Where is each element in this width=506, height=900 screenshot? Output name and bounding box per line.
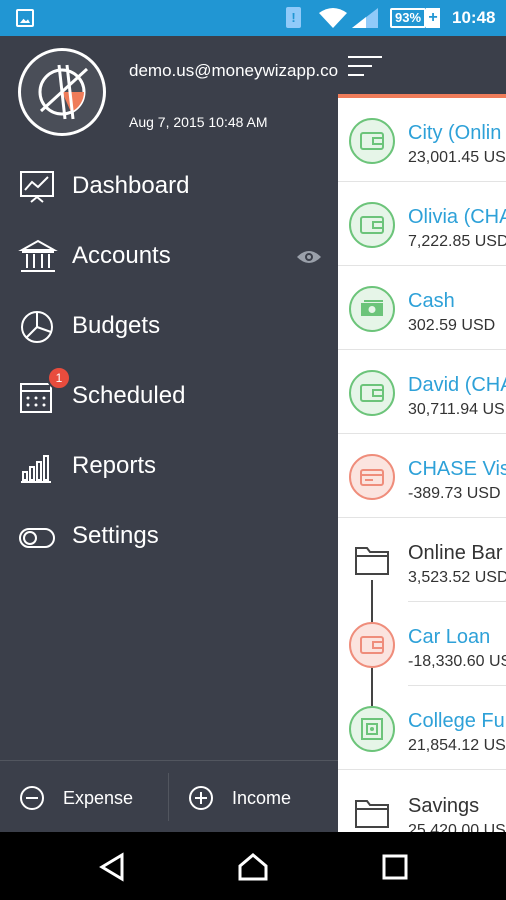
status-clock: 10:48 <box>452 8 496 27</box>
account-group-row[interactable]: Savings 25,420.00 USD <box>338 771 506 832</box>
wifi-icon <box>319 8 347 28</box>
menu-item-scheduled[interactable]: 1 Scheduled <box>0 366 338 428</box>
account-name: Cash <box>408 290 455 312</box>
account-name: College Fu <box>408 710 505 732</box>
account-row[interactable]: Olivia (CHA 7,222.85 USD <box>338 182 506 266</box>
content-header <box>338 36 506 94</box>
account-row[interactable]: City (Onlin 23,001.45 USD <box>338 98 506 182</box>
image-notification-icon <box>16 9 34 27</box>
account-group-balance: 3,523.52 USD <box>408 569 506 586</box>
menu-item-accounts[interactable]: Accounts <box>0 226 338 288</box>
menu-item-reports[interactable]: Reports <box>0 436 338 498</box>
safe-icon <box>349 706 395 752</box>
bar-chart-icon <box>21 455 51 483</box>
account-row[interactable]: Cash 302.59 USD <box>338 266 506 350</box>
eye-icon[interactable] <box>296 248 322 266</box>
income-label: Income <box>232 788 292 808</box>
menu-label: Budgets <box>72 312 161 339</box>
menu-icon[interactable] <box>348 56 382 78</box>
minus-circle-icon <box>20 786 44 810</box>
account-row[interactable]: David (CHA 30,711.94 US <box>338 350 506 434</box>
account-balance: 30,711.94 US <box>408 401 505 418</box>
menu-item-dashboard[interactable]: Dashboard <box>0 156 338 218</box>
account-name: Olivia (CHA <box>408 206 506 228</box>
wallet-icon <box>349 622 395 668</box>
menu-label: Accounts <box>72 242 171 269</box>
wallet-icon <box>349 370 395 416</box>
menu-label: Reports <box>72 452 157 479</box>
expense-label: Expense <box>63 788 134 808</box>
account-group-balance: 25,420.00 USD <box>408 822 506 832</box>
wallet-icon <box>349 118 395 164</box>
menu-item-budgets[interactable]: Budgets <box>0 296 338 358</box>
system-nav-bar <box>0 832 506 900</box>
account-name: Car Loan <box>408 626 491 648</box>
credit-card-icon <box>349 454 395 500</box>
account-balance: -18,330.60 US <box>408 653 506 670</box>
account-name: City (Onlin <box>408 122 502 144</box>
account-name: David (CHA <box>408 374 506 396</box>
account-group-name: Online Bar <box>408 542 503 564</box>
account-group-name: Savings <box>408 795 480 817</box>
navigation-drawer: demo.us@moneywizapp.com Aug 7, 2015 10:4… <box>0 36 353 832</box>
wallet-icon <box>349 202 395 248</box>
account-email: demo.us@moneywizapp.com <box>129 61 353 80</box>
bank-icon <box>18 239 58 272</box>
account-row[interactable]: College Fu 21,854.12 US <box>338 686 506 770</box>
account-balance: -389.73 USD <box>408 485 501 502</box>
scheduled-count-badge: 1 <box>47 366 71 390</box>
accounts-panel: City (Onlin 23,001.45 USD Olivia (CHA 7,… <box>338 36 506 832</box>
account-balance: 21,854.12 US <box>408 737 506 754</box>
dashboard-chart-icon <box>20 171 54 203</box>
account-row[interactable]: Car Loan -18,330.60 US <box>338 602 506 686</box>
home-icon[interactable] <box>238 852 268 882</box>
back-icon[interactable] <box>98 852 128 882</box>
account-balance: 302.59 USD <box>408 317 496 334</box>
account-name: CHASE Vis <box>408 458 506 480</box>
account-balance: 7,222.85 USD <box>408 233 506 250</box>
menu-item-settings[interactable]: Settings <box>0 506 338 568</box>
charging-icon: + <box>426 8 440 28</box>
cash-icon <box>349 286 395 332</box>
moneywiz-logo-icon <box>38 64 89 120</box>
last-sync-date: Aug 7, 2015 10:48 AM <box>129 114 268 130</box>
folder-icon <box>355 800 389 828</box>
avatar[interactable] <box>18 48 106 136</box>
menu-label: Settings <box>72 522 159 549</box>
toggle-icon <box>19 528 55 548</box>
drawer-footer: Expense Income <box>0 760 338 832</box>
plus-circle-icon <box>189 786 213 810</box>
folder-icon <box>355 547 389 575</box>
menu-label: Scheduled <box>72 382 186 409</box>
pie-chart-icon <box>21 311 53 343</box>
add-income-button[interactable]: Income <box>169 761 338 833</box>
sim-alert-icon: ! <box>286 7 301 28</box>
status-bar: ! 93% + 10:48 <box>0 0 506 36</box>
account-balance: 23,001.45 USD <box>408 149 506 166</box>
menu-label: Dashboard <box>72 172 190 199</box>
signal-icon <box>352 8 378 28</box>
account-row[interactable]: CHASE Vis -389.73 USD <box>338 434 506 518</box>
battery-indicator: 93% <box>390 8 427 28</box>
account-group-row[interactable]: Online Bar 3,523.52 USD <box>338 518 506 602</box>
add-expense-button[interactable]: Expense <box>0 761 168 833</box>
recent-apps-icon[interactable] <box>380 852 410 882</box>
